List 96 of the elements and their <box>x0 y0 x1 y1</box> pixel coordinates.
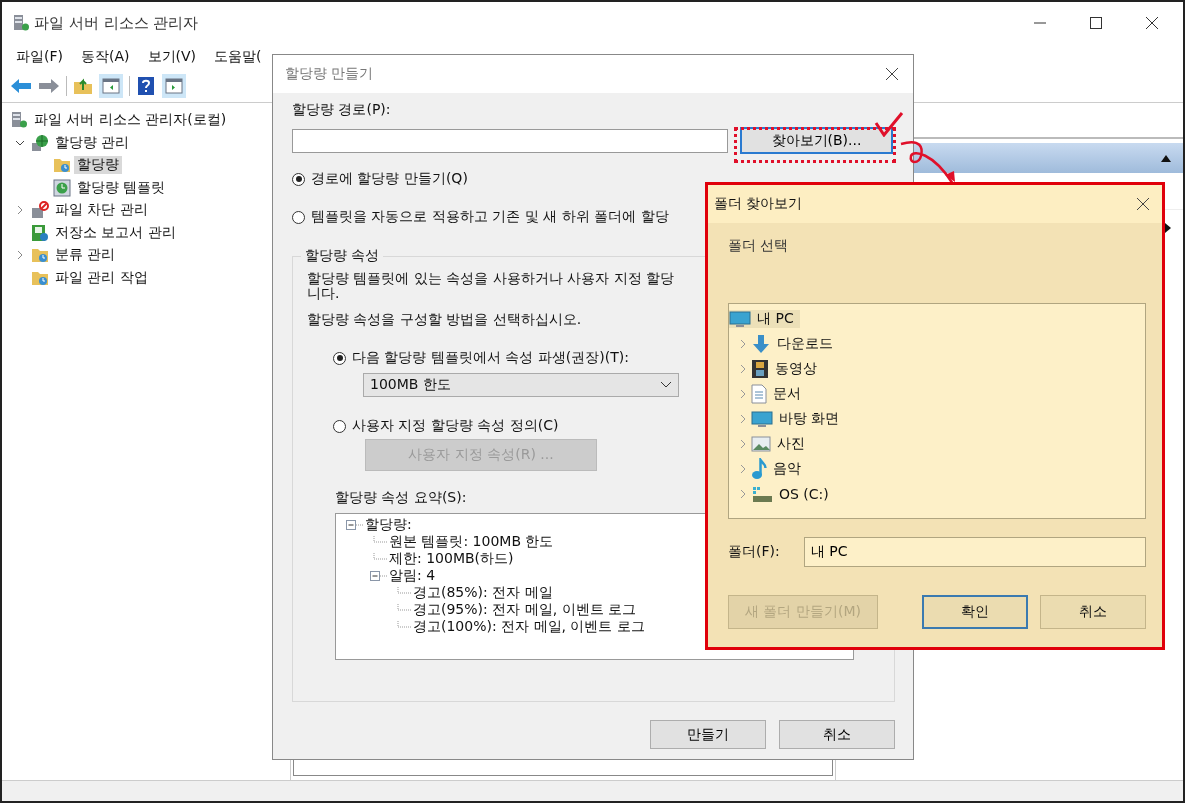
chevron-right-icon[interactable] <box>15 250 25 261</box>
radio-button[interactable] <box>333 351 346 365</box>
collapse-icon[interactable] <box>1161 154 1171 162</box>
menu-item[interactable]: 파일(F) <box>16 48 63 66</box>
collapse-box-icon[interactable] <box>370 570 388 581</box>
tree-item[interactable]: 파일 관리 작업 <box>52 268 151 287</box>
folder-item[interactable]: 동영상 <box>751 358 823 379</box>
close-icon[interactable] <box>1145 16 1159 30</box>
maximize-icon[interactable] <box>1089 16 1103 30</box>
dialog-title: 폴더 찾아보기 <box>714 195 803 213</box>
field-label: 폴더(F): <box>728 543 781 561</box>
dropdown-caret-icon <box>660 381 672 389</box>
cancel-button[interactable]: 취소 <box>779 720 895 749</box>
tree-item[interactable]: 파일 서버 리소스 관리자(로컬) <box>31 111 230 130</box>
cancel-button[interactable]: 취소 <box>1040 595 1146 629</box>
folder-item[interactable]: 내 PC <box>729 309 800 328</box>
folder-up-icon[interactable] <box>73 77 93 95</box>
chevron-right-icon[interactable] <box>738 338 748 349</box>
dialog-title: 할당량 만들기 <box>285 65 374 83</box>
film-icon <box>751 358 769 379</box>
expand-arrow-icon[interactable] <box>1165 223 1171 233</box>
chevron-right-icon[interactable] <box>15 205 25 216</box>
summary-item: 경고(85%): 전자 메일 <box>413 583 553 602</box>
folder-icon <box>53 156 71 175</box>
menu-item[interactable]: 보기(V) <box>147 48 196 66</box>
monitor-icon <box>729 309 751 328</box>
folder-item[interactable]: 사진 <box>751 434 811 453</box>
window-title: 파일 서버 리소스 관리자 <box>34 13 199 33</box>
chevron-right-icon[interactable] <box>738 438 748 449</box>
folder-item[interactable]: 바탕 화면 <box>751 409 846 428</box>
folder-item[interactable]: 다운로드 <box>751 333 839 354</box>
tree-item[interactable]: 할당량 <box>74 156 122 175</box>
chevron-right-icon[interactable] <box>738 463 748 474</box>
forward-arrow-icon[interactable] <box>38 78 60 94</box>
chevron-right-icon[interactable] <box>738 363 748 374</box>
menu-item[interactable]: 도움말( <box>214 48 262 66</box>
back-arrow-icon[interactable] <box>10 78 32 94</box>
description-text: 니다. <box>307 286 340 301</box>
field-label: 할당량 경로(P): <box>292 101 391 119</box>
instruction-text: 할당량 속성을 구성할 방법을 선택하십시오. <box>307 311 582 329</box>
globe-icon <box>31 133 49 152</box>
summary-item: 제한: 100MB(하드) <box>389 549 514 568</box>
radio-label: 경로에 할당량 만들기(Q) <box>311 170 468 188</box>
radio-button[interactable] <box>292 210 305 224</box>
tree-item[interactable]: 분류 관리 <box>52 246 119 265</box>
radio-label: 다음 할당량 템플릿에서 속성 파생(권장)(T): <box>352 349 629 367</box>
help-icon[interactable] <box>136 76 156 96</box>
drive-icon <box>751 484 773 503</box>
collapse-box-icon[interactable] <box>346 519 364 530</box>
instruction-text: 폴더 선택 <box>728 237 789 255</box>
summary-item: 원본 템플릿: 100MB 한도 <box>389 532 554 551</box>
folder-input-field[interactable]: 내 PC <box>803 537 1146 567</box>
menu-item[interactable]: 동작(A) <box>81 48 130 66</box>
tree-item[interactable]: 할당량 관리 <box>52 133 133 152</box>
template-dropdown[interactable]: 100MB 한도 <box>363 373 679 397</box>
radio-button[interactable] <box>292 172 305 186</box>
document-icon <box>751 383 767 404</box>
music-note-icon <box>751 457 767 480</box>
monitor-icon <box>751 409 773 428</box>
summary-item: 경고(95%): 전자 메일, 이벤트 로그 <box>413 600 636 619</box>
chevron-right-icon[interactable] <box>738 413 748 424</box>
image-icon <box>751 435 771 452</box>
radio-label: 사용자 지정 할당량 속성 정의(C) <box>352 417 559 435</box>
radio-label: 템플릿을 자동으로 적용하고 기존 및 새 하위 폴더에 할당 <box>311 208 669 226</box>
chevron-right-icon[interactable] <box>738 388 748 399</box>
create-button[interactable]: 만들기 <box>650 720 766 749</box>
server-icon <box>12 14 30 32</box>
close-icon[interactable] <box>1136 197 1150 211</box>
check-mark-annotation <box>874 111 904 137</box>
folder-item[interactable]: 음악 <box>751 457 807 480</box>
blocked-folder-icon <box>31 201 49 220</box>
summary-label: 할당량 속성 요약(S): <box>335 489 467 507</box>
close-icon[interactable] <box>885 67 899 81</box>
radio-button[interactable] <box>333 419 346 433</box>
download-arrow-icon <box>751 333 771 354</box>
server-icon <box>10 111 28 130</box>
browse-button[interactable]: 찾아보기(B)... <box>740 127 893 154</box>
tree-item[interactable]: 파일 차단 관리 <box>52 201 151 220</box>
clock-icon <box>53 178 71 197</box>
summary-item: 알림: 4 <box>389 566 436 585</box>
chevron-right-icon[interactable] <box>738 488 748 499</box>
report-icon <box>31 223 49 242</box>
tree-item[interactable]: 저장소 보고서 관리 <box>52 223 179 242</box>
ok-button[interactable]: 확인 <box>922 595 1028 629</box>
summary-item: 할당량: <box>365 515 412 534</box>
folder-item[interactable]: OS (C:) <box>751 484 835 503</box>
path-input-field[interactable] <box>292 128 728 153</box>
tree-item[interactable]: 할당량 템플릿 <box>74 178 169 197</box>
pane-icon[interactable] <box>99 74 123 98</box>
folder-item[interactable]: 문서 <box>751 383 807 404</box>
folder-icon <box>31 246 49 265</box>
group-title: 할당량 속성 <box>301 247 384 265</box>
description-text: 할당량 템플릿에 있는 속성을 사용하거나 사용자 지정 할당 <box>307 271 675 286</box>
summary-item: 경고(100%): 전자 메일, 이벤트 로그 <box>413 617 645 636</box>
curved-arrow <box>900 140 955 185</box>
pane-icon[interactable] <box>162 74 186 98</box>
